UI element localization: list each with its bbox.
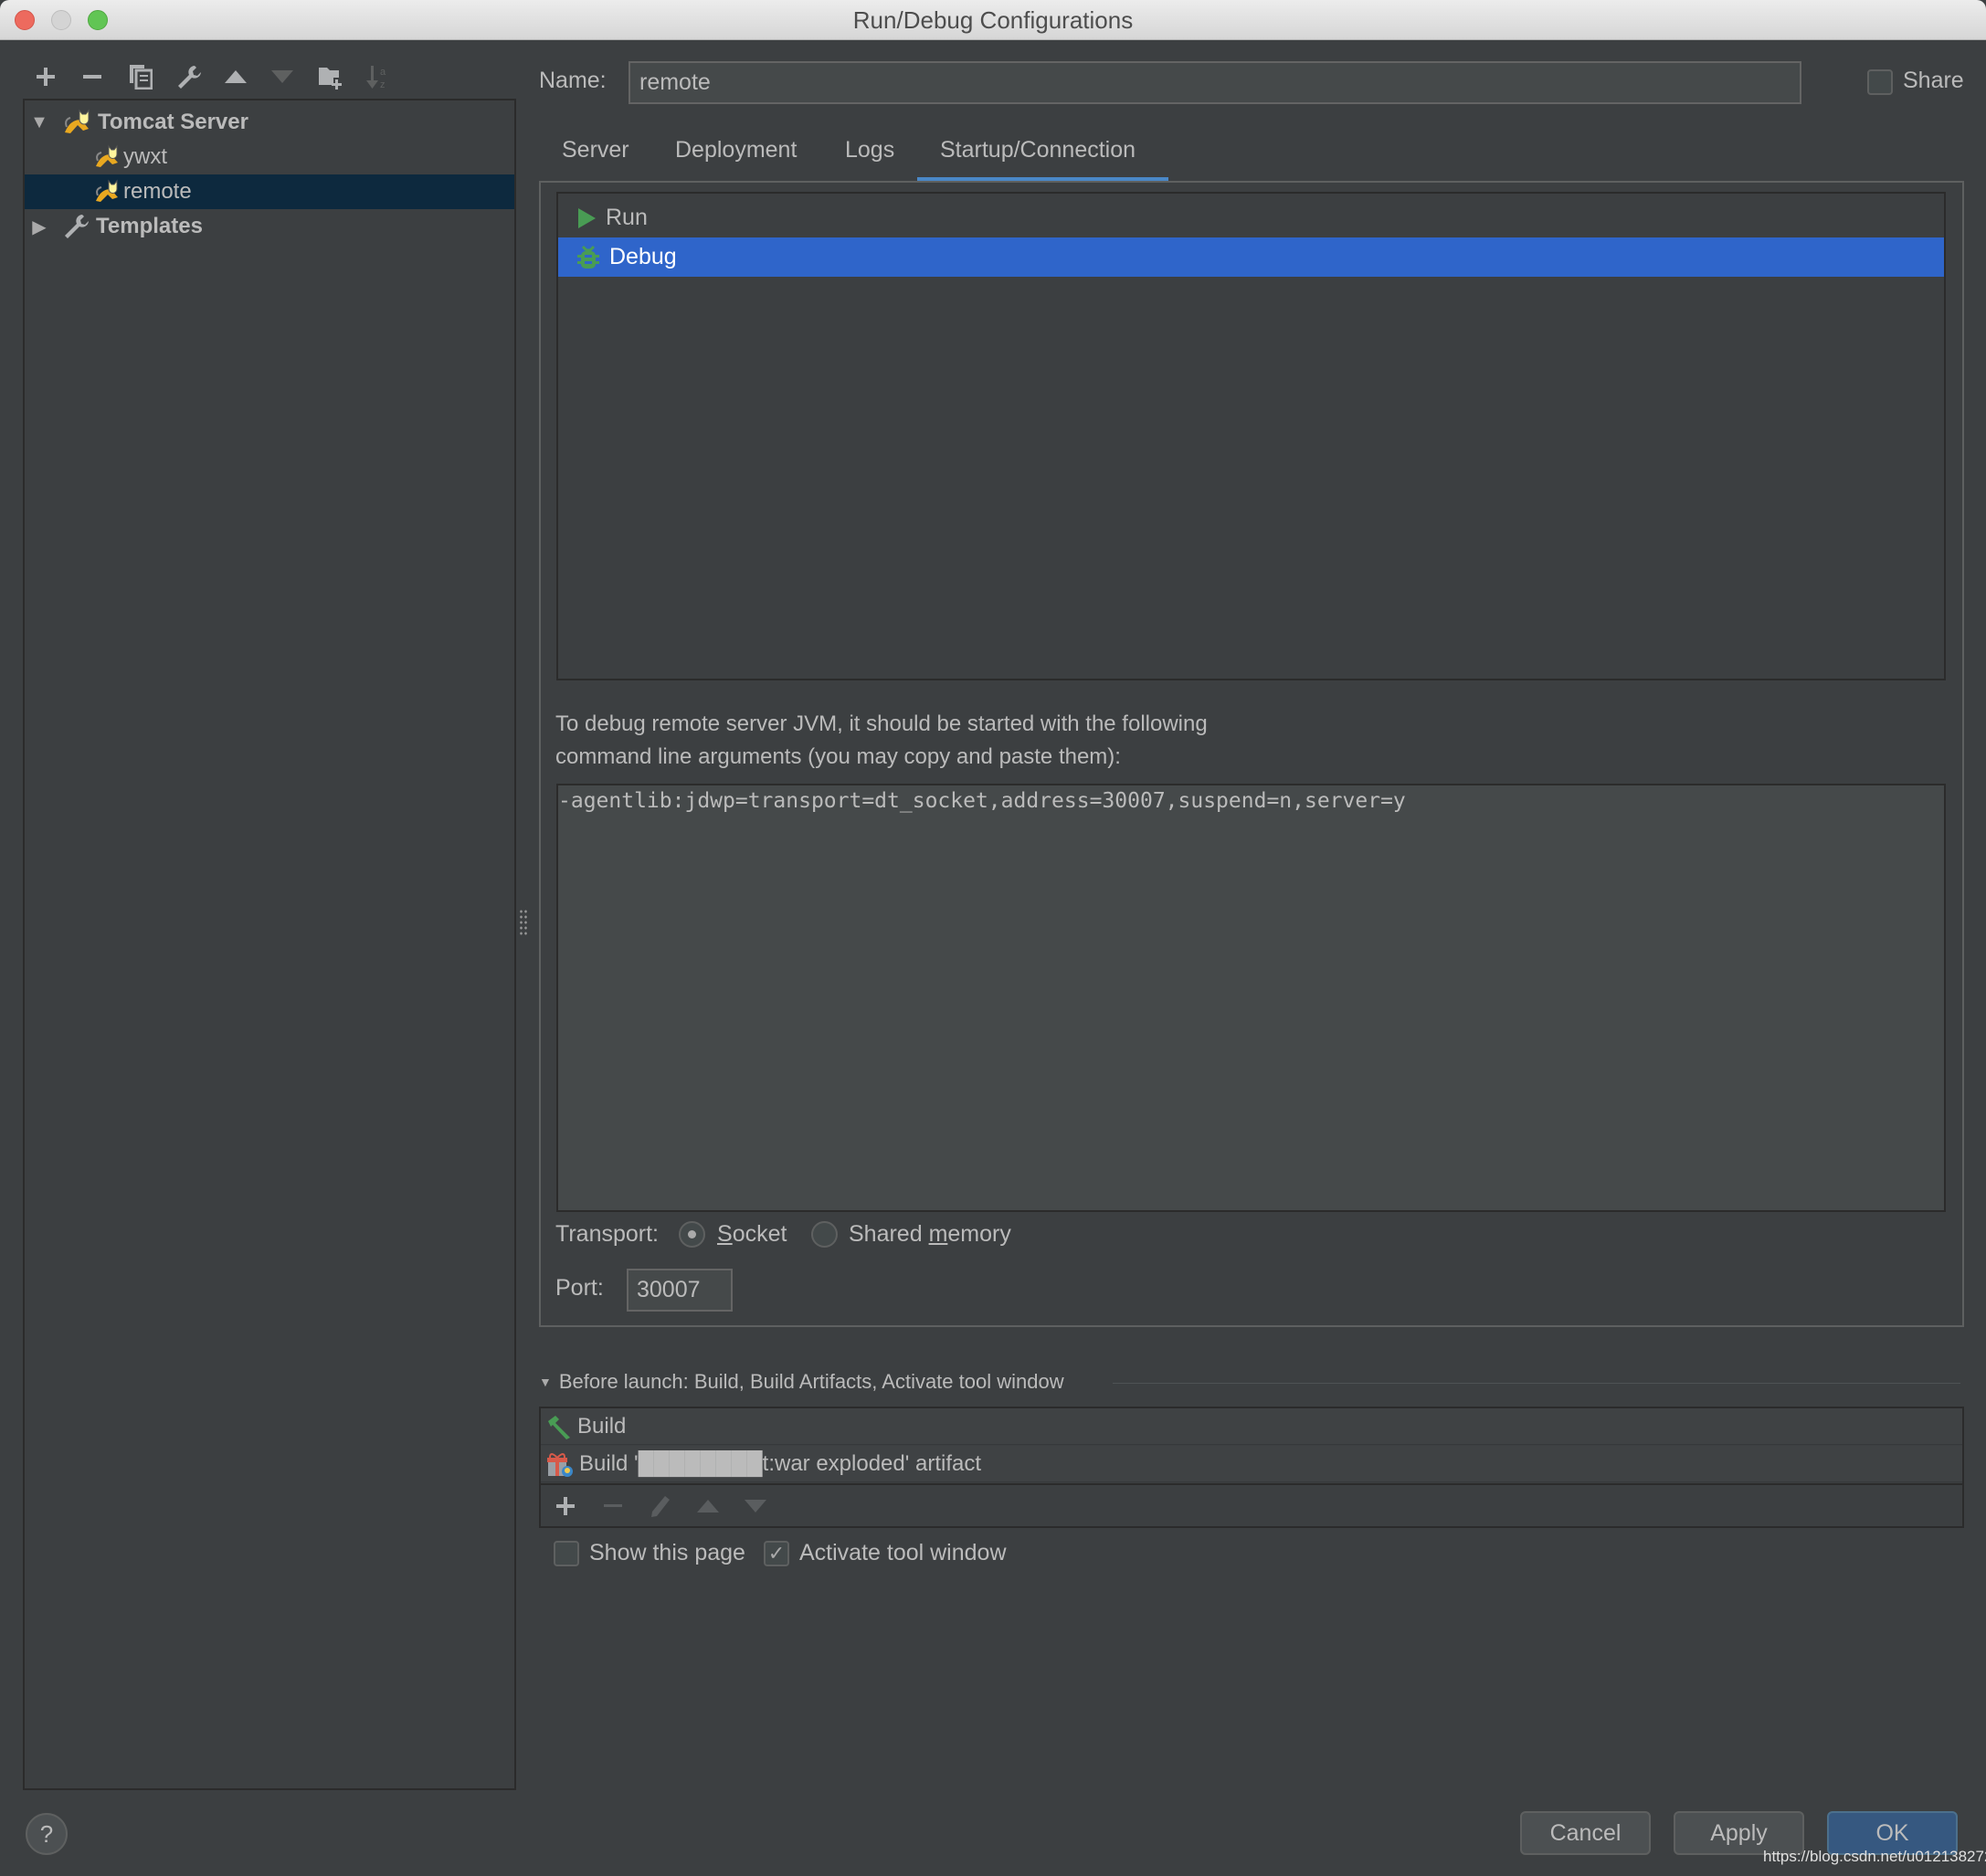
move-task-up-button[interactable]	[692, 1491, 724, 1522]
collapse-arrow-icon[interactable]: ▼	[539, 1375, 552, 1389]
wrench-icon	[178, 66, 201, 89]
window-title: Run/Debug Configurations	[852, 6, 1134, 34]
move-task-up-icon	[697, 1500, 719, 1512]
new-folder-button[interactable]	[314, 60, 347, 93]
tree-item-label: Templates	[96, 214, 203, 238]
svg-text:z: z	[380, 79, 386, 90]
debug-description-line-2: command line arguments (you may copy and…	[555, 744, 1121, 769]
radio-selected-dot	[688, 1230, 696, 1238]
name-input[interactable]: remote	[629, 61, 1801, 104]
configuration-tree[interactable]: ▼ Tomcat Server ywxt remote ▶ Templates	[23, 99, 516, 1790]
task-list-toolbar	[541, 1483, 1962, 1526]
tomcat-icon	[65, 109, 90, 133]
remove-task-button[interactable]	[597, 1491, 629, 1522]
help-button[interactable]: ?	[26, 1813, 68, 1855]
move-up-icon	[225, 70, 247, 83]
tree-item-remote[interactable]: remote	[25, 174, 514, 209]
remove-icon	[83, 75, 101, 79]
cancel-button[interactable]: Cancel	[1520, 1811, 1651, 1855]
tomcat-icon	[96, 179, 118, 202]
move-down-button[interactable]	[266, 60, 299, 93]
add-icon	[37, 68, 55, 86]
show-this-page-checkbox[interactable]	[554, 1541, 579, 1566]
artifact-icon	[547, 1452, 573, 1477]
name-input-value: remote	[639, 69, 711, 95]
before-launch-task-list[interactable]: Build Build '████████t:war exploded' art…	[539, 1407, 1964, 1528]
build-hammer-icon	[548, 1415, 570, 1439]
task-label: Build	[577, 1413, 627, 1439]
tree-item-label: ywxt	[123, 144, 167, 169]
name-label: Name:	[539, 68, 607, 93]
share-checkbox[interactable]	[1867, 69, 1893, 95]
mode-label: Run	[606, 205, 648, 230]
tree-item-templates[interactable]: ▶ Templates	[25, 209, 514, 244]
question-mark-icon: ?	[39, 1819, 54, 1848]
add-task-icon	[556, 1497, 575, 1515]
copy-configuration-button[interactable]	[124, 60, 157, 93]
transport-shared-memory-label[interactable]: Shared memory	[849, 1221, 1011, 1248]
wrench-icon	[65, 215, 89, 238]
mode-label: Debug	[609, 244, 677, 269]
edit-task-button[interactable]	[645, 1491, 676, 1522]
run-icon	[578, 207, 596, 228]
new-folder-icon	[319, 68, 342, 90]
startup-mode-list[interactable]: Run Debug	[556, 192, 1946, 680]
expand-arrow-icon[interactable]: ▼	[30, 112, 48, 133]
tab-logs[interactable]: Logs	[845, 137, 894, 163]
transport-socket-radio[interactable]	[679, 1221, 705, 1248]
debug-description-line-1: To debug remote server JVM, it should be…	[555, 711, 1208, 736]
move-task-down-icon	[745, 1500, 766, 1512]
copy-icon	[130, 65, 153, 90]
tree-item-label: Tomcat Server	[98, 110, 248, 134]
task-label: Build '████████t:war exploded' artifact	[579, 1450, 982, 1476]
share-label[interactable]: Share	[1903, 68, 1964, 94]
activate-tool-window-checkbox[interactable]: ✓	[764, 1541, 789, 1566]
before-launch-title: Before launch: Build, Build Artifacts, A…	[558, 1370, 1064, 1393]
activate-tool-window-label[interactable]: Activate tool window	[799, 1540, 1007, 1566]
transport-shared-memory-radio[interactable]	[811, 1221, 838, 1248]
watermark-text: https://blog.csdn.net/u012138272	[1763, 1848, 1986, 1865]
port-label: Port:	[555, 1275, 604, 1301]
port-input-value: 30007	[637, 1277, 701, 1302]
panel-splitter-handle[interactable]	[519, 909, 528, 936]
remove-task-icon	[604, 1504, 622, 1507]
tree-item-ywxt[interactable]: ywxt	[25, 140, 514, 174]
sort-icon: az	[366, 66, 386, 90]
checkmark-icon: ✓	[767, 1542, 786, 1565]
add-task-button[interactable]	[550, 1491, 581, 1522]
before-launch-separator	[1113, 1383, 1960, 1384]
tree-item-tomcat-server[interactable]: ▼ Tomcat Server	[25, 105, 514, 140]
svg-text:a: a	[380, 67, 386, 78]
tree-item-label: remote	[123, 179, 192, 204]
tab-server[interactable]: Server	[562, 137, 629, 163]
command-line-args-textarea[interactable]: -agentlib:jdwp=transport=dt_socket,addre…	[556, 784, 1946, 1212]
before-launch-header[interactable]: ▼ Before launch: Build, Build Artifacts,…	[539, 1370, 1064, 1394]
move-up-button[interactable]	[219, 60, 252, 93]
tomcat-icon	[96, 144, 118, 167]
expand-arrow-icon[interactable]: ▶	[30, 216, 48, 238]
remove-configuration-button[interactable]	[76, 60, 109, 93]
mode-debug[interactable]: Debug	[558, 237, 1944, 277]
transport-label: Transport:	[555, 1221, 660, 1247]
edit-task-icon	[651, 1496, 670, 1517]
move-task-down-button[interactable]	[740, 1491, 771, 1522]
port-input[interactable]: 30007	[627, 1269, 733, 1312]
tab-startup-connection[interactable]: Startup/Connection	[940, 137, 1136, 163]
edit-defaults-button[interactable]	[173, 60, 206, 93]
mode-run[interactable]: Run	[558, 198, 1944, 237]
task-build-artifact[interactable]: Build '████████t:war exploded' artifact	[541, 1446, 1962, 1482]
sort-button[interactable]: az	[361, 60, 394, 93]
task-build[interactable]: Build	[541, 1408, 1962, 1445]
title-bar: Run/Debug Configurations	[0, 0, 1986, 40]
tab-deployment[interactable]: Deployment	[675, 137, 797, 163]
transport-socket-label[interactable]: Socket	[717, 1221, 787, 1248]
add-configuration-button[interactable]	[29, 60, 62, 93]
move-down-icon	[271, 70, 293, 83]
debug-icon	[577, 245, 599, 269]
show-this-page-label[interactable]: Show this page	[589, 1540, 745, 1566]
